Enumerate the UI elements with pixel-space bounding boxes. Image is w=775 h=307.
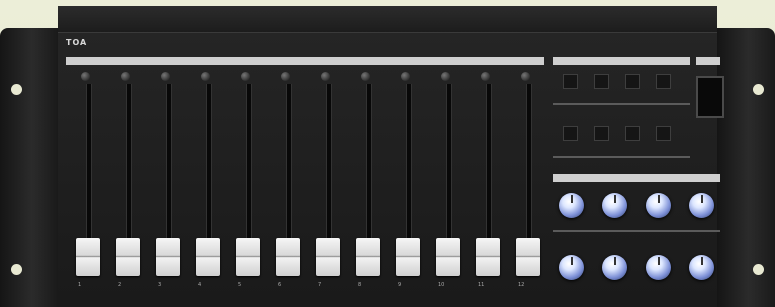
rack-slot-icon xyxy=(11,84,22,95)
channel-strip: 8 xyxy=(350,70,386,300)
channel-knob-icon[interactable] xyxy=(521,72,530,81)
panel-divider xyxy=(553,103,690,105)
channel-strip: 3 xyxy=(150,70,186,300)
output-knob-icon[interactable] xyxy=(646,193,671,218)
fader-cap[interactable] xyxy=(316,238,340,276)
knob-indicator-icon xyxy=(658,257,660,265)
output-knob-icon[interactable] xyxy=(559,255,584,280)
knob-indicator-icon xyxy=(571,257,573,265)
channel-knob-icon[interactable] xyxy=(81,72,90,81)
channel-knob-icon[interactable] xyxy=(481,72,490,81)
knob-indicator-icon xyxy=(571,195,573,203)
output-knob-icon[interactable] xyxy=(689,255,714,280)
channel-number: 3 xyxy=(158,282,162,288)
rack-slot-icon xyxy=(11,264,22,275)
panel-divider xyxy=(553,230,720,232)
output-knob-icon[interactable] xyxy=(689,193,714,218)
channel-strip-label-bar xyxy=(66,57,544,65)
channel-number: 8 xyxy=(358,282,362,288)
channel-number: 5 xyxy=(238,282,242,288)
control-button[interactable] xyxy=(625,74,640,89)
channel-strip: 10 xyxy=(430,70,466,300)
rack-slot-icon xyxy=(753,84,764,95)
channel-strip: 11 xyxy=(470,70,506,300)
output-knob-icon[interactable] xyxy=(602,255,627,280)
panel-divider xyxy=(553,156,690,158)
knob-indicator-icon xyxy=(701,195,703,203)
channel-strip: 5 xyxy=(230,70,266,300)
control-button[interactable] xyxy=(594,74,609,89)
fader-cap[interactable] xyxy=(396,238,420,276)
right-rack-ear xyxy=(717,28,775,307)
channel-number: 7 xyxy=(318,282,322,288)
channel-strip: 9 xyxy=(390,70,426,300)
channel-strip: 12 xyxy=(510,70,546,300)
channel-knob-icon[interactable] xyxy=(321,72,330,81)
fader-cap[interactable] xyxy=(516,238,540,276)
output-knob-icon[interactable] xyxy=(559,193,584,218)
channel-knob-icon[interactable] xyxy=(201,72,210,81)
power-switch-button[interactable] xyxy=(696,76,724,118)
channel-number: 6 xyxy=(278,282,282,288)
channel-number: 9 xyxy=(398,282,402,288)
channel-strip: 2 xyxy=(110,70,146,300)
control-button[interactable] xyxy=(594,126,609,141)
channel-strip: 7 xyxy=(310,70,346,300)
power-label-bar xyxy=(696,57,720,65)
channel-knob-icon[interactable] xyxy=(401,72,410,81)
output-strip-label-bar xyxy=(553,174,720,182)
channel-knob-icon[interactable] xyxy=(161,72,170,81)
control-button[interactable] xyxy=(563,74,578,89)
channel-number: 12 xyxy=(518,282,525,288)
knob-indicator-icon xyxy=(614,195,616,203)
control-button[interactable] xyxy=(656,126,671,141)
fader-cap[interactable] xyxy=(276,238,300,276)
output-knob-icon[interactable] xyxy=(646,255,671,280)
brand-logo: TOA xyxy=(66,38,88,47)
knob-indicator-icon xyxy=(701,257,703,265)
fader-cap[interactable] xyxy=(356,238,380,276)
channel-knob-icon[interactable] xyxy=(441,72,450,81)
control-button[interactable] xyxy=(656,74,671,89)
control-button[interactable] xyxy=(625,126,640,141)
channel-knob-icon[interactable] xyxy=(241,72,250,81)
fader-cap[interactable] xyxy=(156,238,180,276)
fader-cap[interactable] xyxy=(196,238,220,276)
channel-number: 11 xyxy=(478,282,485,288)
output-knob-icon[interactable] xyxy=(602,193,627,218)
fader-cap[interactable] xyxy=(436,238,460,276)
fader-cap[interactable] xyxy=(236,238,260,276)
channel-number: 4 xyxy=(198,282,202,288)
control-button[interactable] xyxy=(563,126,578,141)
channel-number: 2 xyxy=(118,282,122,288)
channel-number: 10 xyxy=(438,282,445,288)
control-strip-label-bar xyxy=(553,57,690,65)
channel-knob-icon[interactable] xyxy=(281,72,290,81)
fader-cap[interactable] xyxy=(476,238,500,276)
fader-cap[interactable] xyxy=(116,238,140,276)
fader-cap[interactable] xyxy=(76,238,100,276)
channel-strip: 6 xyxy=(270,70,306,300)
left-rack-ear xyxy=(0,28,58,307)
channel-number: 1 xyxy=(78,282,82,288)
knob-indicator-icon xyxy=(658,195,660,203)
channel-strip: 1 xyxy=(70,70,106,300)
channel-knob-icon[interactable] xyxy=(121,72,130,81)
rack-slot-icon xyxy=(753,264,764,275)
knob-indicator-icon xyxy=(614,257,616,265)
mixer-photo: TOA 1 2 3 4 5 6 7 8 9 10 11 12 xyxy=(0,0,775,307)
channel-knob-icon[interactable] xyxy=(361,72,370,81)
channel-strip: 4 xyxy=(190,70,226,300)
